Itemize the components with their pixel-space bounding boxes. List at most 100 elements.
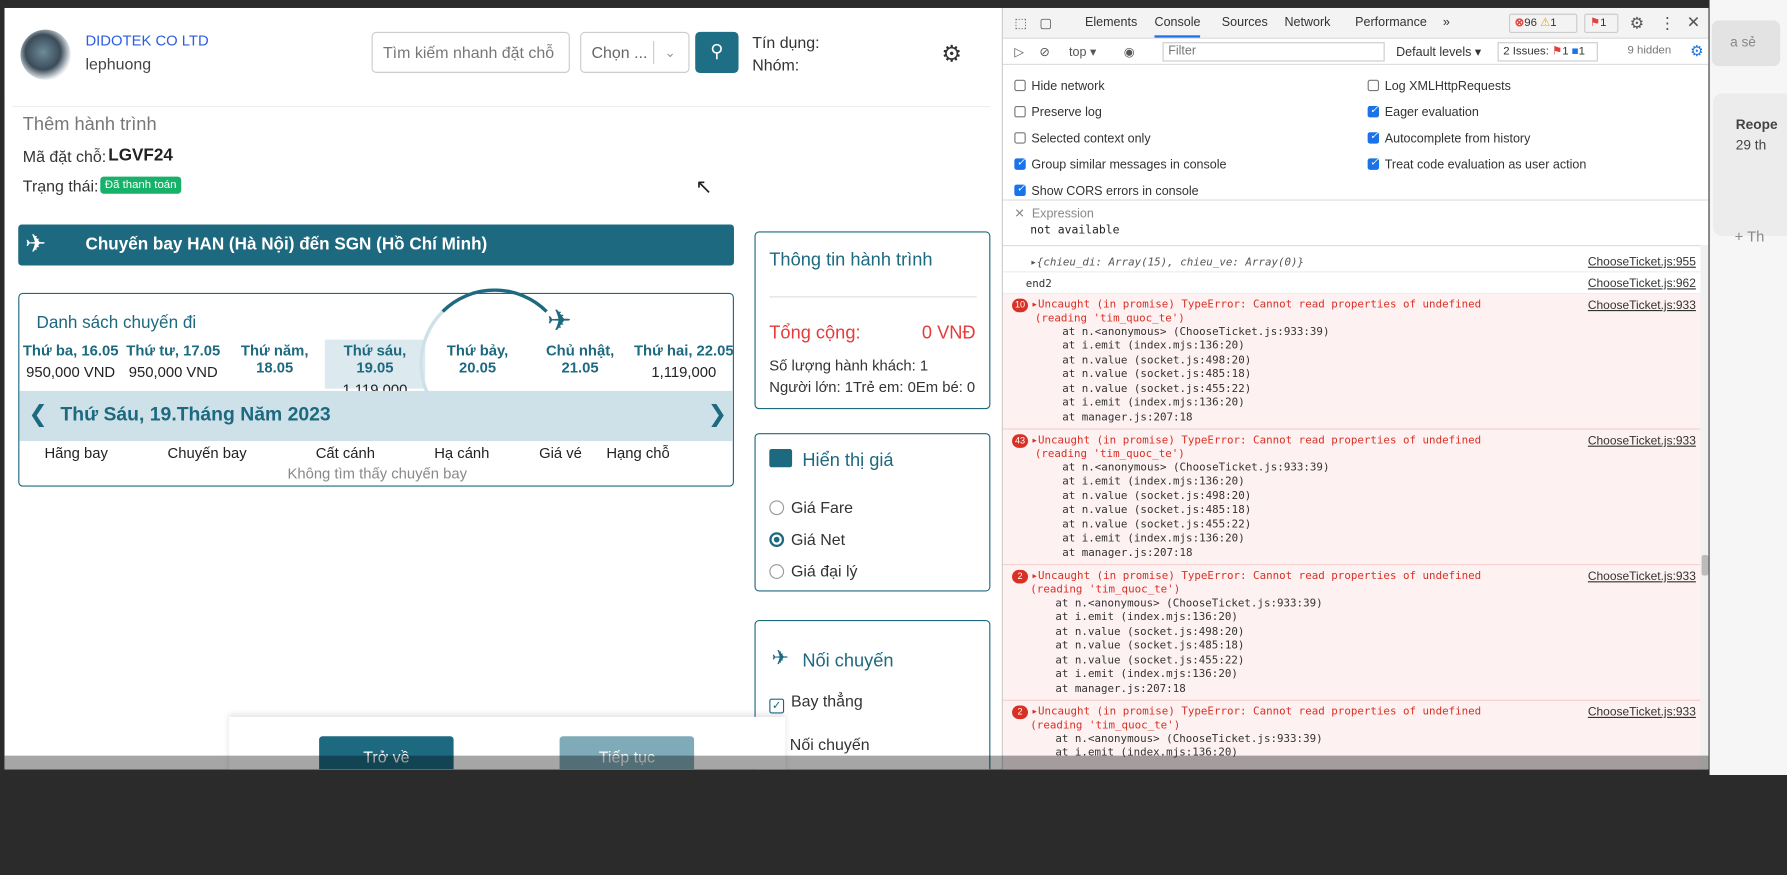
eye-icon[interactable]: ◉ bbox=[1124, 44, 1135, 60]
tab-performance[interactable]: Performance bbox=[1355, 16, 1427, 30]
issues-button[interactable]: 2 Issues: ⚑1 ■1 bbox=[1497, 42, 1598, 62]
source-link[interactable]: ChooseTicket.js:955 bbox=[1588, 255, 1696, 269]
stack-frame[interactable]: at n.value (socket.js:498:20) bbox=[1055, 626, 1244, 639]
stack-frame[interactable]: at n.value (socket.js:498:20) bbox=[1062, 354, 1251, 367]
day-tab-selected[interactable]: Thứ sáu, 19.05 1,119,000 bbox=[325, 342, 425, 398]
day-tab[interactable]: Thứ tư, 17.05 950,000 VND bbox=[122, 342, 225, 381]
device-toggle-icon[interactable]: ▢ bbox=[1039, 15, 1052, 31]
levels-label: Default levels bbox=[1396, 45, 1472, 60]
gear-icon[interactable]: ⚙ bbox=[1630, 14, 1644, 33]
checkbox[interactable] bbox=[1367, 104, 1380, 118]
more-tabs-icon[interactable]: » bbox=[1443, 16, 1450, 30]
stack-frame[interactable]: at n.value (socket.js:498:20) bbox=[1062, 490, 1251, 503]
stack-frame[interactable]: at manager.js:207:18 bbox=[1062, 411, 1192, 424]
console-scrollbar[interactable] bbox=[1700, 245, 1709, 770]
stack-frame[interactable]: at n.<anonymous> (ChooseTicket.js:933:39… bbox=[1055, 733, 1322, 746]
source-link[interactable]: ChooseTicket.js:933 bbox=[1588, 299, 1696, 313]
stack-frame[interactable]: at i.emit (index.mjs:136:20) bbox=[1062, 340, 1245, 353]
setting-log-xhr[interactable]: Log XMLHttpRequests bbox=[1367, 79, 1511, 93]
source-link[interactable]: ChooseTicket.js:933 bbox=[1588, 570, 1696, 584]
route-title: Chuyến bay HAN (Hà Nội) đến SGN (Hồ Chí … bbox=[85, 234, 488, 255]
checkbox[interactable] bbox=[1014, 79, 1026, 92]
stack-frame[interactable]: at n.value (socket.js:455:22) bbox=[1062, 519, 1251, 532]
stack-frame[interactable]: at n.value (socket.js:485:18) bbox=[1062, 368, 1251, 381]
clear-console-icon[interactable]: ⊘ bbox=[1039, 44, 1050, 60]
setting-selected-context[interactable]: Selected context only bbox=[1014, 132, 1151, 146]
checkbox[interactable] bbox=[1014, 105, 1026, 118]
issues-badge[interactable]: ⚑1 bbox=[1584, 13, 1619, 34]
levels-dropdown[interactable]: Default levels ▾ bbox=[1396, 44, 1481, 60]
chevron-down-icon[interactable]: ⌄ bbox=[664, 33, 675, 72]
error-head[interactable]: 2 ▸Uncaught (in promise) TypeError: Canno… bbox=[1012, 705, 1481, 720]
sidebar-toggle-icon[interactable]: ▷ bbox=[1014, 44, 1024, 60]
tab-elements[interactable]: Elements bbox=[1085, 16, 1137, 30]
stack-frame[interactable]: at n.<anonymous> (ChooseTicket.js:933:39… bbox=[1055, 597, 1322, 610]
check-icon[interactable]: ✓ bbox=[769, 698, 785, 714]
checkbox-connecting-label[interactable]: Nối chuyến bbox=[790, 735, 870, 753]
scrollbar-thumb[interactable] bbox=[1701, 555, 1709, 576]
stack-frame[interactable]: at n.<anonymous> (ChooseTicket.js:933:39… bbox=[1062, 326, 1329, 339]
radio-agent[interactable]: Giá đại lý bbox=[769, 562, 857, 580]
stack-frame[interactable]: at i.emit (index.mjs:136:20) bbox=[1062, 475, 1245, 488]
console-settings-icon[interactable]: ⚙ bbox=[1690, 42, 1703, 60]
day-tab[interactable]: Thứ năm, 18.05 bbox=[225, 342, 325, 381]
stack-frame[interactable]: at i.emit (index.mjs:136:20) bbox=[1055, 611, 1238, 624]
radio-net[interactable]: Giá Net bbox=[769, 530, 845, 548]
setting-autocomplete[interactable]: Autocomplete from history bbox=[1367, 130, 1530, 146]
radio-fare[interactable]: Giá Fare bbox=[769, 498, 853, 516]
stack-frame[interactable]: at n.<anonymous> (ChooseTicket.js:933:39… bbox=[1062, 462, 1329, 475]
inspect-icon[interactable]: ⬚ bbox=[1014, 15, 1027, 31]
checkbox[interactable] bbox=[1367, 130, 1380, 144]
day-tab[interactable]: Thứ hai, 22.05 1,119,000 bbox=[633, 342, 733, 381]
source-link[interactable]: ChooseTicket.js:933 bbox=[1588, 705, 1696, 719]
tab-network[interactable]: Network bbox=[1284, 16, 1330, 30]
gear-icon[interactable]: ⚙ bbox=[941, 40, 961, 68]
checkbox[interactable] bbox=[1014, 182, 1026, 197]
booking-code: LGVF24 bbox=[108, 145, 173, 166]
stack-frame[interactable]: at n.value (socket.js:455:22) bbox=[1062, 383, 1251, 396]
tab-console[interactable]: Console bbox=[1154, 16, 1201, 38]
stack-frame[interactable]: at i.emit (index.mjs:136:20) bbox=[1062, 397, 1245, 410]
chevron-left-icon[interactable]: ❮ bbox=[28, 400, 47, 428]
company-name[interactable]: DIDOTEK CO LTD bbox=[85, 32, 208, 49]
stack-frame[interactable]: at n.value (socket.js:485:18) bbox=[1055, 639, 1244, 652]
quick-search-input[interactable] bbox=[371, 31, 570, 73]
error-warning-badge[interactable]: ⊗96 ⚠1 bbox=[1508, 13, 1578, 34]
stack-frame[interactable]: at manager.js:207:18 bbox=[1055, 683, 1185, 696]
error-head[interactable]: 10 ▸Uncaught (in promise) TypeError: Cann… bbox=[1012, 298, 1481, 313]
checkbox[interactable] bbox=[1014, 156, 1026, 170]
search-button[interactable]: ⚲ bbox=[695, 31, 739, 73]
log-text[interactable]: ▸{chieu_di: Array(15), chieu_ve: Array(0… bbox=[1030, 256, 1304, 269]
tab-sources[interactable]: Sources bbox=[1222, 16, 1268, 30]
setting-group-similar[interactable]: Group similar messages in console bbox=[1014, 156, 1227, 172]
day-tab[interactable]: Thứ ba, 16.05 950,000 VND bbox=[19, 342, 122, 381]
checkbox[interactable] bbox=[1367, 79, 1380, 92]
checkbox[interactable] bbox=[1367, 156, 1380, 170]
stack-frame[interactable]: at i.emit (index.mjs:136:20) bbox=[1062, 532, 1245, 545]
filter-input[interactable]: Filter bbox=[1162, 42, 1385, 62]
radio-circle[interactable] bbox=[769, 532, 785, 548]
source-link[interactable]: ChooseTicket.js:962 bbox=[1588, 277, 1696, 291]
radio-circle[interactable] bbox=[769, 564, 785, 579]
setting-preserve-log[interactable]: Preserve log bbox=[1014, 105, 1102, 120]
setting-treat-user-action[interactable]: Treat code evaluation as user action bbox=[1367, 156, 1586, 172]
live-expression[interactable]: ✕ Expression bbox=[1014, 206, 1094, 221]
chevron-right-icon[interactable]: ❯ bbox=[708, 400, 727, 428]
setting-eager-eval[interactable]: Eager evaluation bbox=[1367, 104, 1479, 120]
setting-hide-network[interactable]: Hide network bbox=[1014, 79, 1105, 93]
stack-frame[interactable]: at i.emit (index.mjs:136:20) bbox=[1055, 668, 1238, 681]
setting-cors-errors[interactable]: Show CORS errors in console bbox=[1014, 182, 1199, 198]
stack-frame[interactable]: at n.value (socket.js:485:18) bbox=[1062, 504, 1251, 517]
stack-frame[interactable]: at manager.js:207:18 bbox=[1062, 547, 1192, 560]
booking-select[interactable]: Chọn ... ⌄ bbox=[580, 31, 690, 73]
checkbox[interactable] bbox=[1014, 132, 1026, 144]
close-icon[interactable]: ✕ bbox=[1687, 13, 1700, 32]
radio-circle[interactable] bbox=[769, 500, 785, 516]
more-vert-icon[interactable]: ⋮ bbox=[1659, 14, 1675, 33]
source-link[interactable]: ChooseTicket.js:933 bbox=[1588, 434, 1696, 448]
error-head[interactable]: 43 ▸Uncaught (in promise) TypeError: Cann… bbox=[1012, 434, 1481, 448]
stack-frame[interactable]: at n.value (socket.js:455:22) bbox=[1055, 654, 1244, 667]
error-head[interactable]: 2 ▸Uncaught (in promise) TypeError: Canno… bbox=[1012, 569, 1481, 584]
checkbox-direct[interactable]: ✓ Bay thẳng bbox=[769, 692, 863, 714]
context-select[interactable]: top ▾ bbox=[1069, 44, 1096, 60]
